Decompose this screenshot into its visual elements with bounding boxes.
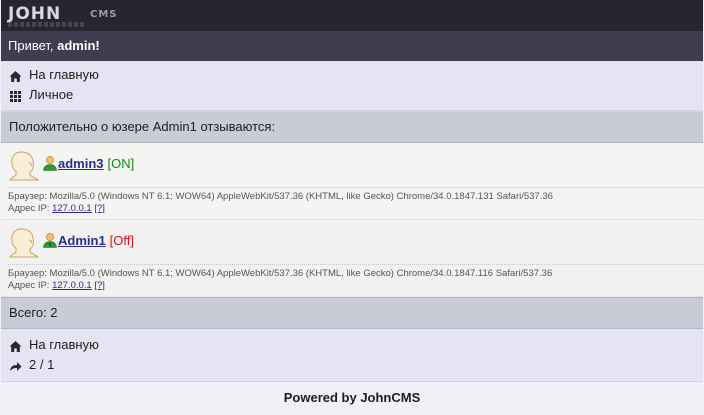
- top-menu: На главную Личное: [1, 61, 703, 111]
- status-badge: [ON]: [107, 156, 135, 171]
- admin-user-icon: [43, 233, 57, 248]
- menu-item-personal[interactable]: Личное: [9, 85, 703, 105]
- bottom-item-home-label: На главную: [29, 337, 99, 352]
- username-link[interactable]: admin3: [58, 156, 104, 171]
- entry-info: Браузер: Mozilla/5.0 (Windows NT 6.1; WO…: [8, 264, 703, 292]
- list-item: admin3 [ON] Браузер: Mozilla/5.0 (Window…: [1, 143, 703, 220]
- ip-label: Адрес IP:: [8, 203, 53, 214]
- greeting-bar: Привет, admin!: [1, 31, 703, 61]
- site-header: JOHN CMS: [1, 0, 703, 31]
- total-count: Всего: 2: [1, 297, 703, 329]
- page: JOHN CMS Привет, admin! На главную Лично…: [1, 0, 703, 405]
- browser-label: Браузер:: [8, 268, 50, 279]
- browser-label: Браузер:: [8, 191, 50, 202]
- ip-label: Адрес IP:: [8, 280, 53, 291]
- home-icon: [9, 69, 22, 82]
- browser-value: Mozilla/5.0 (Windows NT 6.1; WOW64) Appl…: [49, 191, 553, 202]
- ip-help-link[interactable]: [?]: [94, 280, 105, 291]
- avatar-placeholder-icon: [9, 228, 40, 258]
- ip-link[interactable]: 127.0.0.1: [52, 280, 92, 291]
- greeting-user: admin!: [57, 38, 100, 53]
- entry-info: Браузер: Mozilla/5.0 (Windows NT 6.1; WO…: [8, 187, 703, 215]
- section-title: Положительно о юзере Admin1 отзываются:: [1, 111, 703, 143]
- status-badge: [Off]: [109, 233, 134, 248]
- ip-link[interactable]: 127.0.0.1: [52, 203, 92, 214]
- menu-item-home[interactable]: На главную: [9, 65, 703, 85]
- forward-arrow-icon: [9, 359, 22, 372]
- user-icon: [43, 156, 57, 171]
- logo-sub-text: CMS: [90, 9, 118, 20]
- footer-powered-by: Powered by JohnCMS: [283, 390, 421, 405]
- bottom-item-home[interactable]: На главную: [9, 335, 703, 355]
- grid-icon: [9, 89, 22, 102]
- username-link[interactable]: Admin1: [58, 233, 106, 248]
- logo-main-text: JOHN: [8, 4, 62, 24]
- list-item: Admin1 [Off] Браузер: Mozilla/5.0 (Windo…: [1, 220, 703, 297]
- greeting-prefix: Привет,: [8, 38, 58, 53]
- menu-item-home-label: На главную: [29, 67, 99, 82]
- home-icon: [9, 339, 22, 352]
- browser-value: Mozilla/5.0 (Windows NT 6.1; WOW64) Appl…: [49, 268, 553, 279]
- avatar-placeholder-icon: [9, 151, 40, 181]
- bottom-item-pages-label: 2 / 1: [29, 357, 55, 372]
- bottom-item-pages[interactable]: 2 / 1: [9, 355, 703, 375]
- ip-help-link[interactable]: [?]: [94, 203, 105, 214]
- logo-reflection: [8, 22, 84, 27]
- menu-item-personal-label: Личное: [29, 87, 74, 102]
- bottom-menu: На главную 2 / 1: [1, 329, 703, 382]
